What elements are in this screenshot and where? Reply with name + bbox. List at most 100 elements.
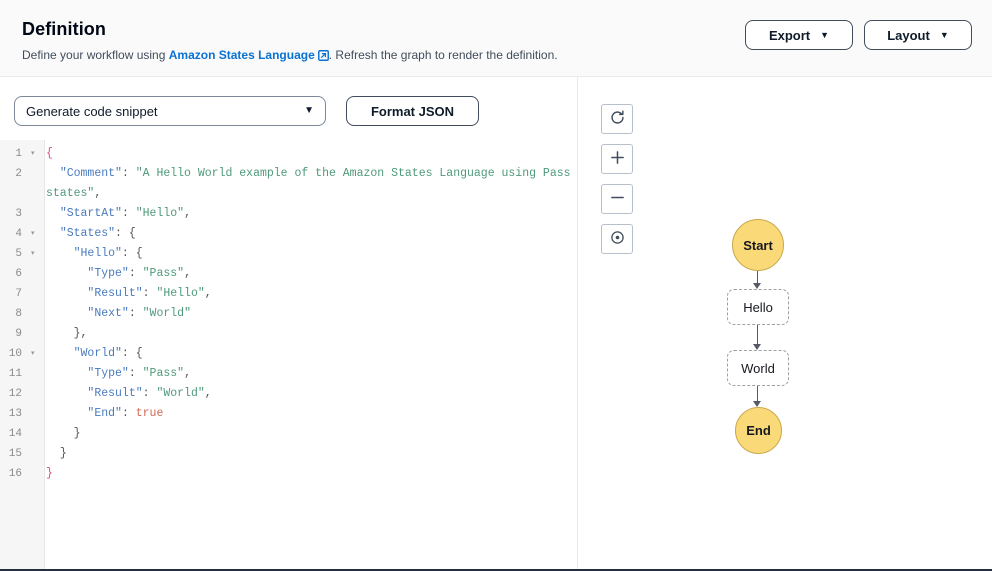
graph-node-end-label: End — [746, 423, 771, 438]
graph-node-end[interactable]: End — [735, 407, 782, 454]
code-token-punct: , — [80, 327, 88, 340]
definition-editor-pane: Generate code snippet ▼ Format JSON 1 ▾ 2 3… — [0, 77, 578, 569]
code-token-key: "Comment" — [59, 167, 122, 180]
export-button[interactable]: Export ▼ — [745, 20, 853, 50]
layout-button[interactable]: Layout ▼ — [864, 20, 972, 50]
editor-code-line[interactable]: } — [46, 464, 577, 484]
graph-node-world[interactable]: World — [727, 350, 789, 386]
code-token-str: "World" — [142, 307, 191, 320]
editor-code-line[interactable]: }, — [46, 324, 577, 344]
code-fold-toggle-icon[interactable]: ▾ — [31, 344, 35, 364]
code-fold-toggle-icon[interactable]: ▾ — [31, 224, 35, 244]
editor-line-number: 12 — [8, 388, 22, 400]
amazon-states-language-link-label: Amazon States Language — [168, 48, 315, 62]
editor-code-lines[interactable]: { "Comment": "A Hello World example of t… — [46, 140, 577, 569]
editor-code-line[interactable]: "Type": "Pass", — [46, 264, 577, 284]
code-fold-toggle-icon[interactable]: ▾ — [31, 144, 35, 164]
code-token-key: "Type" — [87, 267, 129, 280]
editor-gutter-row: 16 — [0, 464, 44, 484]
format-json-button-label: Format JSON — [370, 103, 455, 119]
editor-gutter-row: 7 — [0, 284, 44, 304]
editor-code-line[interactable]: "StartAt": "Hello", — [46, 204, 577, 224]
code-token-brace: } — [46, 467, 53, 480]
chevron-down-icon: ▼ — [939, 29, 949, 40]
editor-gutter-rows: 1 ▾ 2 3 4 ▾ 5 ▾ 6 7 8 9 10 ▾ 11 12 13 14 15 16 — [0, 140, 44, 484]
editor-line-number: 16 — [8, 468, 22, 480]
editor-code-line[interactable]: "Result": "World", — [46, 384, 577, 404]
code-token-punct: , — [184, 207, 191, 220]
external-link-icon — [317, 49, 329, 65]
code-token-punct: : — [128, 267, 143, 280]
code-token-punct: , — [184, 267, 191, 280]
editor-code-line[interactable]: "Comment": "A Hello World example of the… — [46, 164, 577, 204]
graph-node-hello[interactable]: Hello — [727, 289, 789, 325]
graph-edge-hello-world — [757, 325, 758, 345]
editor-line-number: 15 — [8, 448, 22, 460]
editor-line-number: 7 — [15, 288, 22, 300]
editor-code-line[interactable]: "Next": "World" — [46, 304, 577, 324]
amazon-states-language-link[interactable]: Amazon States Language — [169, 48, 315, 62]
code-token-punct: : — [121, 207, 136, 220]
json-code-editor[interactable]: 1 ▾ 2 3 4 ▾ 5 ▾ 6 7 8 9 10 ▾ 11 12 13 14 15 16 { "Comment":… — [0, 140, 577, 569]
editor-gutter-row: 4 ▾ — [0, 224, 44, 244]
workflow-graph-canvas[interactable]: Start Hello World End — [579, 77, 992, 569]
code-fold-toggle-icon[interactable]: ▾ — [31, 244, 35, 264]
editor-code-line[interactable]: } — [46, 444, 577, 464]
code-token-key: "States" — [59, 227, 116, 240]
code-token-key: "Hello" — [73, 247, 122, 260]
graph-node-hello-label: Hello — [743, 299, 773, 315]
body-area: Generate code snippet ▼ Format JSON 1 ▾ 2 3… — [0, 77, 992, 569]
editor-code-line[interactable]: { — [46, 144, 577, 164]
code-token-punct: : — [121, 407, 136, 420]
editor-line-number: 8 — [15, 308, 22, 320]
code-token-punct: : — [121, 167, 136, 180]
editor-line-number: 3 — [15, 208, 22, 220]
editor-code-line[interactable]: "End": true — [46, 404, 577, 424]
editor-code-line[interactable]: "Result": "Hello", — [46, 284, 577, 304]
chevron-down-icon: ▼ — [304, 105, 314, 116]
workflow-graph-pane: Start Hello World End — [579, 77, 992, 569]
editor-gutter-row: 2 — [0, 164, 44, 204]
code-token-punct: } — [73, 427, 81, 440]
editor-gutter-row: 11 — [0, 364, 44, 384]
editor-line-number: 2 — [15, 168, 22, 180]
code-token-punct: , — [94, 187, 102, 200]
code-token-punct: } — [59, 447, 67, 460]
code-token-punct: , — [184, 367, 191, 380]
subtitle-prefix: Define your workflow using — [22, 48, 169, 62]
generate-code-snippet-value: Generate code snippet — [26, 103, 158, 119]
editor-gutter-row: 1 ▾ — [0, 144, 44, 164]
code-token-punct: { — [128, 227, 136, 240]
graph-edge-world-end — [757, 386, 758, 402]
code-token-punct: : — [128, 367, 143, 380]
code-token-str: "World" — [156, 387, 205, 400]
editor-code-line[interactable]: "World": { — [46, 344, 577, 364]
generate-code-snippet-select[interactable]: Generate code snippet ▼ — [14, 96, 326, 126]
editor-line-number: 5 — [15, 248, 22, 260]
code-token-key: "Result" — [87, 387, 143, 400]
format-json-button[interactable]: Format JSON — [346, 96, 479, 126]
editor-code-line[interactable]: } — [46, 424, 577, 444]
editor-gutter: 1 ▾ 2 3 4 ▾ 5 ▾ 6 7 8 9 10 ▾ 11 12 13 14 15 16 — [0, 140, 45, 569]
editor-toolbar: Generate code snippet ▼ Format JSON — [14, 96, 479, 126]
editor-gutter-row: 15 — [0, 444, 44, 464]
code-token-key: "Result" — [87, 287, 143, 300]
editor-code-line[interactable]: "Type": "Pass", — [46, 364, 577, 384]
code-token-key: "Next" — [87, 307, 129, 320]
editor-code-line[interactable]: "States": { — [46, 224, 577, 244]
code-token-punct: { — [135, 247, 143, 260]
graph-node-start-label: Start — [743, 237, 773, 253]
code-token-str: "Hello" — [135, 207, 185, 220]
code-token-str: "Pass" — [142, 267, 185, 280]
code-token-punct: : — [142, 387, 157, 400]
editor-code-line[interactable]: "Hello": { — [46, 244, 577, 264]
editor-line-number: 10 — [8, 348, 22, 360]
graph-node-start[interactable]: Start — [732, 219, 784, 271]
